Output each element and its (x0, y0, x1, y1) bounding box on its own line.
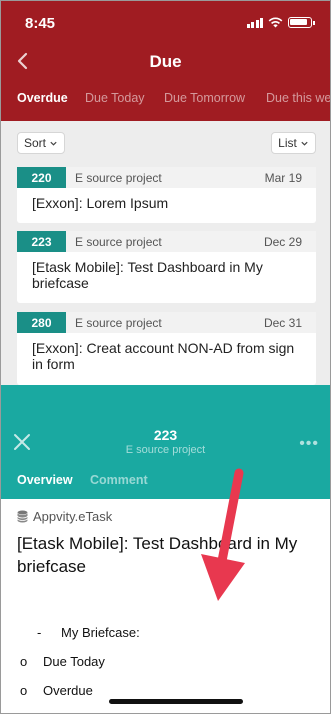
view-mode-button[interactable]: List (271, 132, 316, 154)
tab-overdue[interactable]: Overdue (17, 91, 68, 105)
page-title: Due (149, 52, 182, 71)
task-title: [Exxon]: Creat account NON-AD from sign … (32, 340, 295, 372)
wifi-icon (268, 17, 283, 28)
detail-project: E source project (125, 444, 206, 456)
more-dots-icon[interactable]: ••• (299, 435, 319, 453)
bullet-marker: o (20, 654, 28, 669)
task-card-header: 220 E source project Mar 19 (17, 167, 316, 188)
task-detail-body: Appvity.eTask [Etask Mobile]: Test Dashb… (1, 499, 330, 713)
list-toolbar: Sort List (1, 121, 330, 161)
task-card[interactable]: 223 E source project Dec 29 [Etask Mobil… (17, 231, 316, 303)
app-name: Appvity.eTask (33, 509, 113, 524)
task-id-badge: 220 (17, 167, 66, 188)
tab-overview[interactable]: Overview (17, 473, 73, 487)
status-icons (246, 17, 315, 28)
sort-button[interactable]: Sort (17, 132, 65, 154)
bullet-text: Overdue (43, 683, 93, 698)
bullet-marker: - (37, 625, 42, 640)
task-id-badge: 280 (17, 312, 66, 333)
battery-icon (288, 17, 315, 28)
task-card[interactable]: 220 E source project Mar 19 [Exxon]: Lor… (17, 167, 316, 223)
task-due-date: Mar 19 (264, 171, 302, 185)
chevron-down-icon (50, 141, 57, 146)
tab-due-this-week[interactable]: Due this we (266, 91, 330, 105)
home-indicator (109, 699, 243, 704)
sort-label: Sort (23, 136, 46, 150)
task-project: E source project (75, 235, 162, 249)
database-icon (17, 510, 28, 523)
view-mode-label: List (278, 136, 297, 150)
task-project: E source project (75, 316, 162, 330)
chevron-down-icon (301, 141, 308, 146)
tab-comment[interactable]: Comment (90, 473, 148, 487)
signal-icon (246, 17, 263, 28)
bullet-text: Due Today (43, 654, 105, 669)
tab-due-tomorrow[interactable]: Due Tomorrow (164, 91, 245, 105)
status-time: 8:45 (25, 15, 56, 32)
task-card-header: 223 E source project Dec 29 (17, 231, 316, 252)
header: 8:45 Due Overdue Due Today Due Tomorrow … (1, 1, 330, 121)
tab-due-today[interactable]: Due Today (85, 91, 145, 105)
task-project: E source project (75, 171, 162, 185)
detail-task-title: [Etask Mobile]: Test Dashboard in My bri… (17, 534, 298, 576)
task-title: [Exxon]: Lorem Ipsum (32, 195, 169, 211)
app-frame: 8:45 Due Overdue Due Today Due Tomorrow … (0, 0, 331, 714)
app-source: Appvity.eTask (17, 509, 112, 524)
bullet-marker: o (20, 683, 28, 698)
task-due-date: Dec 31 (263, 316, 302, 330)
status-bar: 8:45 (1, 1, 330, 43)
task-detail-panel: 223 E source project ••• Overview Commen… (1, 385, 330, 713)
filter-tabs: Overdue Due Today Due Tomorrow Due this … (1, 89, 330, 117)
task-title: [Etask Mobile]: Test Dashboard in My bri… (32, 259, 263, 291)
task-id-badge: 223 (17, 231, 66, 252)
task-card-header: 280 E source project Dec 31 (17, 312, 316, 333)
bullet-text: My Briefcase: (61, 625, 140, 640)
task-due-date: Dec 29 (263, 235, 302, 249)
detail-task-id: 223 (153, 427, 178, 443)
task-card[interactable]: 280 E source project Dec 31 [Exxon]: Cre… (17, 312, 316, 385)
task-detail-header: 223 E source project ••• Overview Commen… (1, 385, 330, 499)
